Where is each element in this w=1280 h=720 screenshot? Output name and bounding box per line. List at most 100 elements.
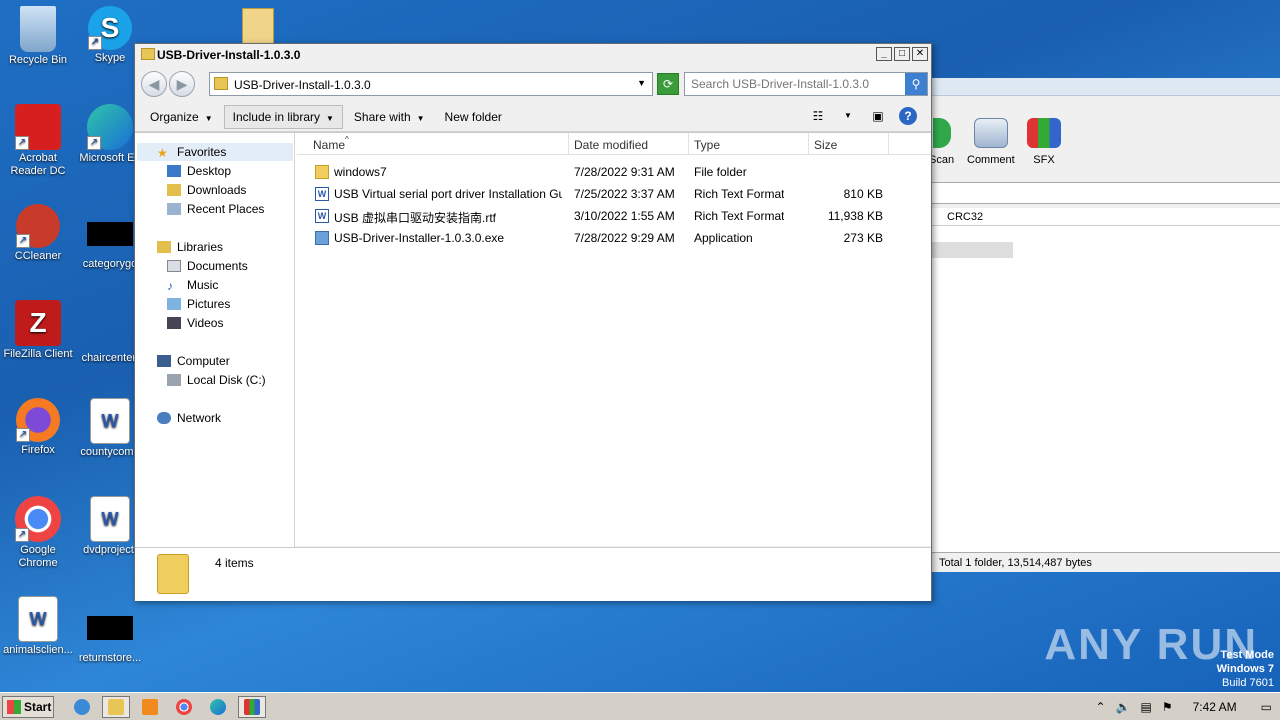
preview-pane-icon[interactable]: ▣ bbox=[869, 107, 887, 125]
nav-downloads[interactable]: Downloads bbox=[167, 183, 246, 197]
column-size[interactable]: Size bbox=[814, 138, 837, 152]
rtf-document-icon: W bbox=[315, 187, 329, 201]
sfx-button[interactable]: SFX bbox=[1027, 118, 1061, 166]
comment-button[interactable]: Comment bbox=[967, 118, 1015, 166]
show-hidden-icons-icon[interactable]: ⌃ bbox=[1096, 700, 1106, 714]
forward-button[interactable]: ▶ bbox=[169, 71, 195, 97]
winrar-address-bar[interactable] bbox=[929, 182, 1280, 204]
help-icon[interactable]: ? bbox=[899, 107, 917, 125]
nav-computer[interactable]: Computer bbox=[157, 354, 230, 368]
winrar-window[interactable]: Scan Comment SFX CRC32 Total 1 folder, 1… bbox=[928, 78, 1280, 572]
nav-documents[interactable]: Documents bbox=[167, 259, 248, 273]
music-icon: ♪ bbox=[167, 279, 173, 293]
desktop-icon-label: Acrobat Reader DC bbox=[10, 152, 66, 177]
nav-pictures[interactable]: Pictures bbox=[167, 297, 230, 311]
nav-label: Network bbox=[177, 411, 222, 425]
desktop-icon-label: CCleaner bbox=[14, 250, 62, 262]
nav-recent-places[interactable]: Recent Places bbox=[167, 202, 264, 216]
network-tray-icon[interactable]: ▤ bbox=[1141, 700, 1152, 714]
search-box[interactable]: ⚲ bbox=[684, 72, 928, 96]
winrar-menubar bbox=[929, 78, 1280, 96]
file-size: 810 KB bbox=[843, 187, 883, 201]
action-center-icon[interactable]: ⚑ bbox=[1162, 700, 1173, 714]
winrar-file-list[interactable] bbox=[929, 226, 1280, 552]
show-desktop-icon[interactable]: ▭ bbox=[1261, 700, 1272, 714]
explorer-window[interactable]: USB-Driver-Install-1.0.3.0 _ □ ✕ ◀ ▶ USB… bbox=[134, 43, 932, 601]
taskbar-ie[interactable] bbox=[68, 696, 96, 718]
crc32-column[interactable]: CRC32 bbox=[947, 211, 983, 223]
clock[interactable]: 7:42 AM bbox=[1193, 700, 1237, 714]
address-path[interactable]: USB-Driver-Install-1.0.3.0 bbox=[234, 78, 371, 92]
folder-icon bbox=[315, 165, 329, 179]
desktop-icon-returnstore[interactable]: returnstore... bbox=[72, 604, 148, 665]
address-bar[interactable]: USB-Driver-Install-1.0.3.0 ▼ bbox=[209, 72, 653, 96]
file-thumbnail-icon bbox=[87, 616, 133, 640]
column-name[interactable]: Name bbox=[313, 138, 345, 152]
word-document-icon: W bbox=[90, 496, 130, 542]
title-bar[interactable]: USB-Driver-Install-1.0.3.0 _ □ ✕ bbox=[135, 44, 931, 66]
winrar-icon bbox=[244, 698, 260, 715]
system-tray: ⌃ 🔈 ▤ ⚑ 7:42 AM ▭ bbox=[1096, 695, 1280, 719]
file-row[interactable]: USB-Driver-Installer-1.0.3.0.exe 7/28/20… bbox=[297, 227, 931, 249]
new-folder-button[interactable]: New folder bbox=[436, 105, 511, 129]
share-label: Share with bbox=[353, 109, 411, 124]
chevron-down-icon[interactable]: ▼ bbox=[839, 107, 857, 125]
minimize-button[interactable]: _ bbox=[876, 47, 892, 61]
explorer-body: ★ Favorites Desktop Downloads Recent Plac… bbox=[135, 132, 931, 547]
nav-videos[interactable]: Videos bbox=[167, 316, 223, 330]
nav-favorites[interactable]: ★ Favorites bbox=[157, 145, 226, 160]
selected-row[interactable] bbox=[929, 242, 1013, 258]
column-type[interactable]: Type bbox=[694, 138, 720, 152]
desktop-icon-animalsclient[interactable]: W animalsclien... bbox=[0, 596, 76, 657]
scan-button[interactable]: Scan bbox=[929, 118, 954, 166]
refresh-button[interactable]: ⟳ bbox=[657, 73, 679, 95]
sfx-icon bbox=[1027, 118, 1061, 148]
desktop-icon-ccleaner[interactable]: ↗ CCleaner bbox=[0, 204, 76, 263]
file-type: Rich Text Format bbox=[694, 209, 785, 223]
taskbar-media-player[interactable] bbox=[136, 696, 164, 718]
view-options-icon[interactable]: ☷ bbox=[809, 107, 827, 125]
file-row[interactable]: windows7 7/28/2022 9:31 AM File folder bbox=[297, 161, 931, 183]
desktop-icon-acrobat[interactable]: ↗ Acrobat Reader DC bbox=[0, 104, 76, 178]
nav-music[interactable]: ♪ Music bbox=[167, 278, 218, 293]
maximize-button[interactable]: □ bbox=[894, 47, 910, 61]
taskbar-chrome[interactable] bbox=[170, 696, 198, 718]
desktop-icon-chrome[interactable]: ↗ Google Chrome bbox=[0, 496, 76, 570]
videos-icon bbox=[167, 317, 181, 329]
command-bar: Organize ▼ Include in library ▼ Share with… bbox=[135, 102, 931, 132]
share-with-button[interactable]: Share with ▼ bbox=[345, 105, 434, 129]
file-row[interactable]: W USB Virtual serial port driver Install… bbox=[297, 183, 931, 205]
search-icon[interactable]: ⚲ bbox=[905, 73, 927, 95]
start-button[interactable]: Start bbox=[2, 695, 54, 718]
taskbar-explorer[interactable] bbox=[102, 695, 130, 718]
chevron-down-icon[interactable]: ▼ bbox=[637, 78, 646, 88]
nav-local-disk[interactable]: Local Disk (C:) bbox=[167, 373, 266, 387]
close-button[interactable]: ✕ bbox=[912, 47, 928, 61]
desktop-folder-icon[interactable] bbox=[242, 8, 274, 44]
test-mode-text: Test Mode Windows 7 Build 7601 bbox=[1217, 648, 1274, 690]
nav-network[interactable]: Network bbox=[157, 411, 221, 425]
nav-desktop[interactable]: Desktop bbox=[167, 164, 231, 178]
nav-label: Local Disk (C:) bbox=[187, 373, 266, 387]
search-input[interactable] bbox=[685, 73, 899, 95]
file-type: Application bbox=[694, 231, 753, 245]
taskbar-winrar[interactable] bbox=[238, 695, 266, 718]
volume-icon[interactable]: 🔈 bbox=[1116, 700, 1131, 714]
nav-libraries[interactable]: Libraries bbox=[157, 240, 223, 254]
chevron-down-icon: ▼ bbox=[326, 113, 334, 123]
navigation-pane[interactable]: ★ Favorites Desktop Downloads Recent Plac… bbox=[135, 133, 295, 547]
include-in-library-button[interactable]: Include in library ▼ bbox=[223, 104, 343, 129]
back-button[interactable]: ◀ bbox=[141, 71, 167, 97]
file-size: 273 KB bbox=[843, 231, 883, 245]
column-date-modified[interactable]: Date modified bbox=[574, 138, 648, 152]
organize-label: Organize bbox=[150, 109, 199, 124]
taskbar-edge[interactable] bbox=[204, 696, 232, 718]
file-list[interactable]: Name ^ Date modified Type Size windows7 … bbox=[297, 133, 931, 547]
winrar-status-bar: Total 1 folder, 13,514,487 bytes bbox=[929, 552, 1280, 572]
desktop-icon-firefox[interactable]: ↗ Firefox bbox=[0, 398, 76, 457]
file-name: USB Virtual serial port driver Installat… bbox=[334, 187, 562, 201]
organize-button[interactable]: Organize ▼ bbox=[141, 105, 222, 129]
file-row[interactable]: W USB 虚拟串口驱动安装指南.rtf 3/10/2022 1:55 AM R… bbox=[297, 205, 931, 227]
desktop-icon-filezilla[interactable]: Z FileZilla Client bbox=[0, 300, 76, 361]
desktop-icon-recycle-bin[interactable]: Recycle Bin bbox=[0, 6, 76, 67]
